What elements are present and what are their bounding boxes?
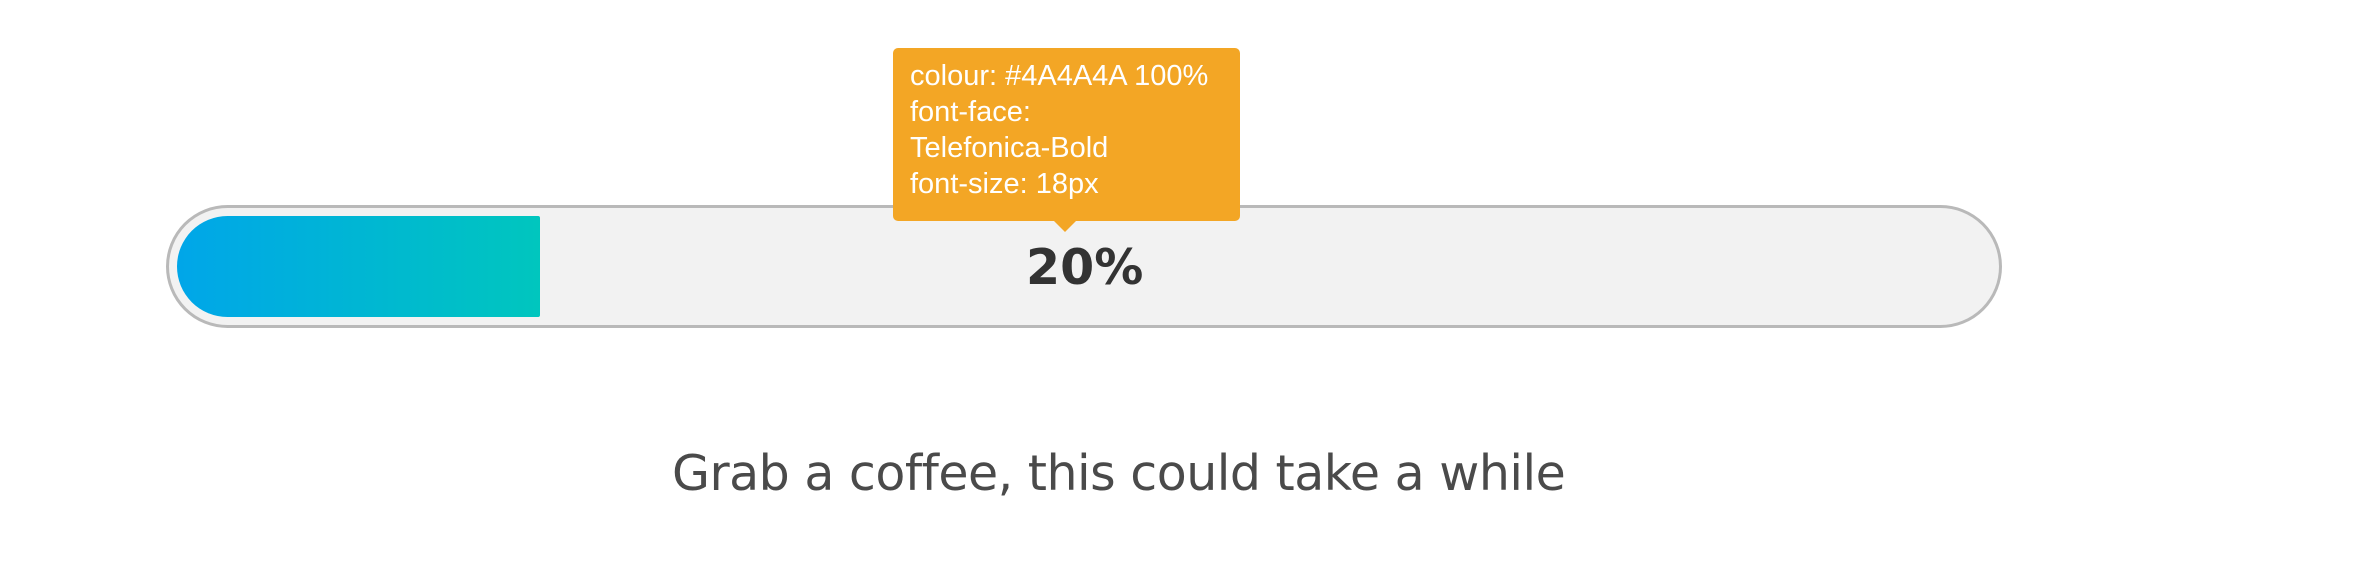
annotation-tooltip: colour: #4A4A4A 100% font-face: Telefoni… <box>893 48 1240 221</box>
tooltip-font-name-line: Telefonica-Bold <box>910 132 1109 164</box>
tooltip-font-face-line: font-face: <box>910 96 1031 128</box>
progress-percentage-label: 20% <box>1026 239 1144 296</box>
progress-bar-fill <box>177 216 540 317</box>
tooltip-font-size-line: font-size: 18px <box>910 168 1099 200</box>
waiting-message: Grab a coffee, this could take a while <box>672 445 1566 502</box>
tooltip-colour-line: colour: #4A4A4A 100% <box>910 60 1209 92</box>
tooltip-pointer-arrow <box>1054 221 1076 232</box>
